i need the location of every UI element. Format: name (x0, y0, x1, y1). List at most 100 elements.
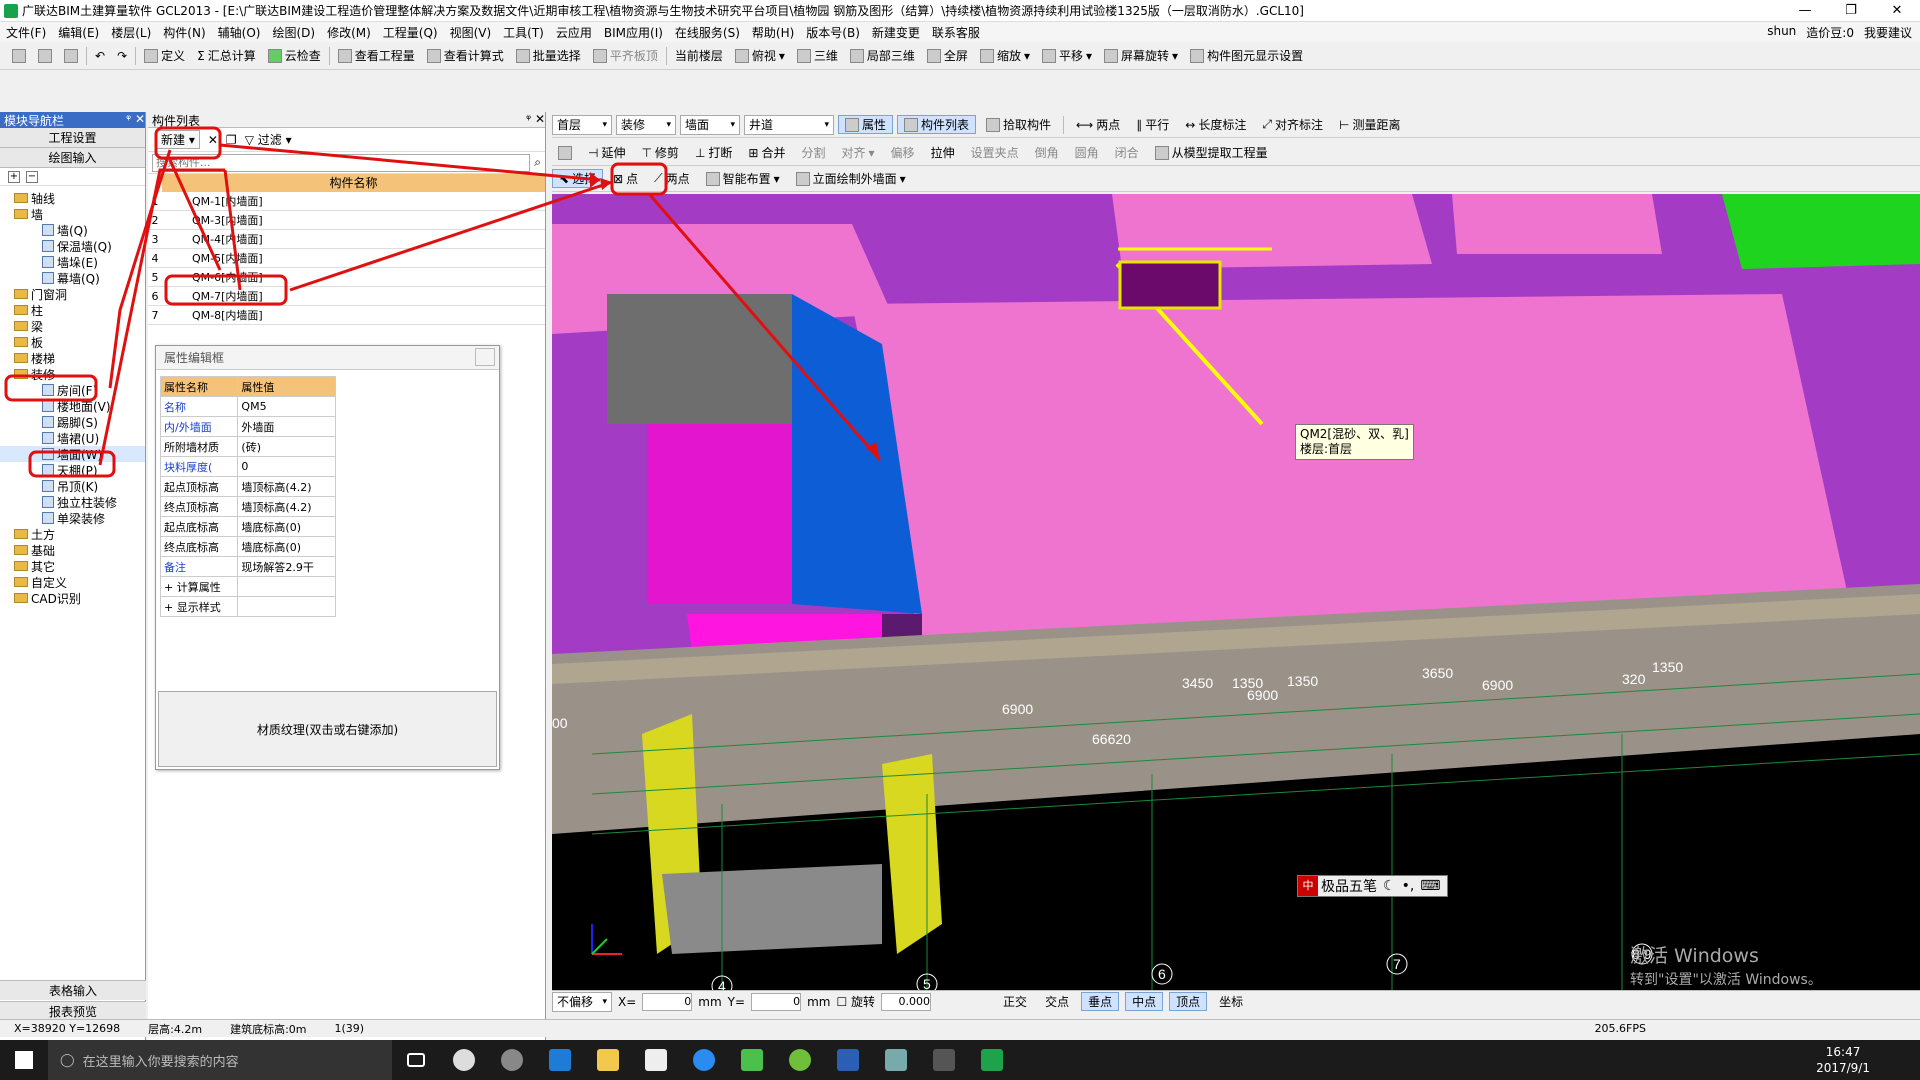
property-value[interactable]: QM5 (237, 396, 336, 417)
property-value[interactable]: 墙顶标高(4.2) (237, 476, 336, 497)
floor-select[interactable]: 首层 (552, 114, 612, 135)
align-dim-button[interactable]: ⤢ 对齐标注 (1256, 116, 1329, 133)
extend-button[interactable]: ⊣ 延伸 (582, 144, 631, 161)
menu-cloud[interactable]: 云应用 (550, 24, 598, 41)
tree-folder[interactable]: 门窗洞 (0, 286, 145, 302)
property-row[interactable]: 终点顶标高 墙顶标高(4.2) (159, 496, 336, 517)
filter-button[interactable]: ▽ 过滤 ▾ (245, 131, 292, 148)
fullscreen-button[interactable]: 全屏 (921, 47, 974, 64)
current-floor-button[interactable]: 当前楼层 (669, 47, 729, 64)
search-icon[interactable]: ⌕ (534, 155, 541, 170)
start-button[interactable] (0, 1040, 48, 1080)
ime-toolbar[interactable]: 中 极品五笔 ☾ •, ⌨ (1297, 875, 1448, 897)
top-view-button[interactable]: 俯视 ▾ (729, 47, 791, 64)
save-icon[interactable] (58, 48, 84, 63)
offset-button[interactable]: 偏移 (885, 144, 921, 161)
menu-view[interactable]: 视图(V) (444, 24, 498, 41)
rotate-checkbox[interactable]: ☐ 旋转 (836, 993, 875, 1010)
x-input[interactable] (642, 992, 693, 1011)
fillet-button[interactable]: 圆角 (1069, 144, 1105, 161)
menu-edit[interactable]: 编辑(E) (52, 24, 105, 41)
maximize-button[interactable]: ❐ (1828, 0, 1874, 22)
local-3d-button[interactable]: 局部三维 (844, 47, 921, 64)
property-value[interactable]: 外墙面 (237, 416, 336, 437)
merge-button[interactable]: ⊞ 合并 (742, 144, 791, 161)
plus-app-icon[interactable] (776, 1040, 824, 1080)
tree-leaf[interactable]: 保温墙(Q) (0, 238, 145, 254)
summary-calc-button[interactable]: Σ 汇总计算 (191, 47, 262, 64)
word-icon[interactable] (824, 1040, 872, 1080)
tree-folder[interactable]: 基础 (0, 542, 145, 558)
endpoint-snap-button[interactable]: 顶点 (1169, 992, 1208, 1011)
property-value[interactable]: 现场解答2.9干 (237, 556, 336, 577)
app-icon-1[interactable] (440, 1040, 488, 1080)
pin-close-icon[interactable]: ᵠ ✕ (126, 112, 145, 128)
close-button[interactable]: ✕ (1874, 0, 1920, 22)
glodon-icon[interactable] (968, 1040, 1016, 1080)
store-icon[interactable] (632, 1040, 680, 1080)
property-row[interactable]: 终点底标高 墙底标高(0) (159, 536, 336, 557)
menu-quantity[interactable]: 工程量(Q) (377, 24, 444, 41)
category-select[interactable]: 装修 (616, 114, 676, 135)
menu-online[interactable]: 在线服务(S) (669, 24, 746, 41)
report-preview-button[interactable]: 报表预览 (0, 1001, 146, 1021)
ime-keyboard-icon[interactable]: ⌨ (1420, 878, 1440, 894)
tree-leaf[interactable]: 墙裙(U) (0, 430, 145, 446)
3d-view-button[interactable]: 三维 (791, 47, 844, 64)
property-value[interactable]: 0 (237, 456, 336, 477)
taskbar-clock[interactable]: 16:47 2017/9/1 (1816, 1044, 1920, 1076)
copy-icon[interactable]: ❐ (226, 133, 237, 147)
set-grip-button[interactable]: 设置夹点 (965, 144, 1025, 161)
ortho-snap-button[interactable]: 正交 (997, 993, 1033, 1010)
menu-bim[interactable]: BIM应用(I) (598, 24, 669, 41)
view-quantity-button[interactable]: 查看工程量 (332, 47, 421, 64)
wechat-icon[interactable] (728, 1040, 776, 1080)
tree-leaf[interactable]: 幕墙(Q) (0, 270, 145, 286)
menu-draw[interactable]: 绘图(D) (266, 24, 321, 41)
rotate-input[interactable] (881, 992, 932, 1011)
tree-leaf[interactable]: 天棚(P) (0, 462, 145, 478)
3d-view-canvas[interactable]: 3450 1350 6900 1350 3650 6900 320 6900 6… (552, 194, 1920, 990)
property-row[interactable]: 所附墙材质 (砖) (159, 436, 336, 457)
table-input-button[interactable]: 表格输入 (0, 980, 146, 1000)
property-button[interactable]: 属性 (838, 115, 894, 134)
tree-leaf[interactable]: 墙面(W) (0, 446, 145, 462)
cloud-check-button[interactable]: 云检查 (262, 47, 327, 64)
tree-leaf[interactable]: 墙(Q) (0, 222, 145, 238)
component-row[interactable]: 1 QM-1[内墙面] (148, 192, 545, 211)
align-button[interactable]: 对齐 ▾ (836, 144, 881, 161)
menu-component[interactable]: 构件(N) (157, 24, 211, 41)
property-value[interactable]: 墙顶标高(4.2) (237, 496, 336, 517)
new-component-button[interactable]: 新建 ▾ (156, 130, 200, 149)
menu-file[interactable]: 文件(F) (0, 24, 52, 41)
draw-input-button[interactable]: 绘图输入 (0, 148, 145, 168)
taskbar-search[interactable]: ◯ 在这里输入你要搜索的内容 (48, 1040, 392, 1080)
pin-close-icon[interactable]: ᵠ ✕ (526, 112, 545, 127)
close-shape-button[interactable]: 闭合 (1109, 144, 1145, 161)
item-select[interactable]: 井道 (744, 114, 834, 135)
y-input[interactable] (751, 992, 802, 1011)
tree-leaf[interactable]: 楼地面(V) (0, 398, 145, 414)
pick-component-button[interactable]: 拾取构件 (980, 116, 1057, 133)
select-button[interactable]: ⬉ 选择 (552, 169, 604, 188)
menu-version[interactable]: 版本号(B) (800, 24, 866, 41)
type-select[interactable]: 墙面 (680, 114, 740, 135)
stretch-button[interactable]: 拉伸 (925, 144, 961, 161)
rotate-screen-button[interactable]: 屏幕旋转 ▾ (1098, 47, 1184, 64)
ime-punct-icon[interactable]: •, (1402, 878, 1415, 894)
tree-leaf[interactable]: 独立柱装修 (0, 494, 145, 510)
ime-moon-icon[interactable]: ☾ (1383, 878, 1396, 894)
component-row[interactable]: 6 QM-7[内墙面] (148, 287, 545, 306)
minimize-button[interactable]: — (1782, 0, 1828, 22)
expand-all-icon[interactable]: + (8, 170, 20, 183)
calculator-icon[interactable] (920, 1040, 968, 1080)
menu-modify[interactable]: 修改(M) (321, 24, 377, 41)
menu-aux-axis[interactable]: 辅轴(O) (212, 24, 267, 41)
property-value[interactable]: (砖) (237, 436, 336, 457)
tree-folder[interactable]: 梁 (0, 318, 145, 334)
tree-leaf[interactable]: 墙垛(E) (0, 254, 145, 270)
offset-select[interactable]: 不偏移 (552, 991, 612, 1012)
view-formula-button[interactable]: 查看计算式 (421, 47, 510, 64)
parallel-button[interactable]: ∥ 平行 (1130, 116, 1175, 133)
edit-icon[interactable] (552, 145, 578, 160)
